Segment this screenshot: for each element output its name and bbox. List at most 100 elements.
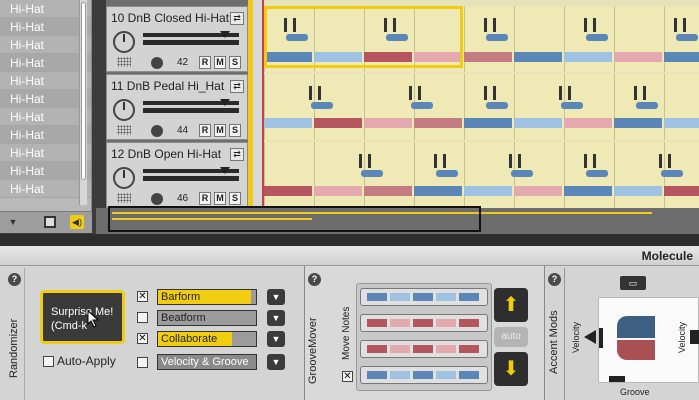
level-meter[interactable] (143, 99, 239, 114)
track-name[interactable]: 11 DnB Pedal Hi_Hat (111, 79, 224, 93)
list-item[interactable]: Hi-Hat (0, 108, 91, 126)
barform-field[interactable]: Barform (157, 289, 257, 305)
list-item[interactable]: Hi-Hat (0, 126, 91, 144)
record-dot-icon[interactable] (151, 125, 163, 137)
auto-button[interactable]: auto (494, 327, 528, 347)
velocity-slider-mark[interactable] (599, 328, 603, 348)
grid-icon[interactable] (117, 125, 131, 135)
arrow-up-icon[interactable]: ⬆ (494, 288, 528, 322)
chevron-down-icon[interactable]: ▼ (267, 289, 285, 305)
list-footer: ▼ ◀) (0, 211, 92, 233)
velocity-groove-label: Velocity & Groove (161, 356, 249, 368)
velocity-pointer-icon[interactable] (690, 330, 699, 344)
move-notes-strip[interactable] (360, 314, 488, 332)
speaker-icon[interactable]: ◀) (70, 215, 84, 229)
stop-icon[interactable] (44, 216, 56, 228)
swap-arrows-icon[interactable]: ⇄ (230, 148, 244, 161)
accent-mods-label: Accent Mods (548, 310, 560, 374)
pattern-row[interactable] (264, 74, 699, 140)
swap-arrows-icon[interactable]: ⇄ (230, 80, 244, 93)
help-icon[interactable]: ? (548, 273, 561, 286)
molecule-title: Molecule (641, 249, 693, 263)
record-button[interactable]: R (199, 124, 211, 137)
beatform-field[interactable]: Beatform (157, 310, 257, 326)
move-notes-checkbox[interactable]: ✕ (342, 371, 353, 382)
track-header: 12 DnB Open Hi-Hat ⇄ 46 R M S (106, 142, 248, 208)
instrument-list: Hi-Hat Hi-Hat Hi-Hat Hi-Hat Hi-Hat Hi-Ha… (0, 0, 92, 232)
list-item[interactable]: Hi-Hat (0, 72, 91, 90)
section-divider (24, 268, 25, 400)
grid-icon[interactable] (117, 193, 131, 203)
scrollbar-thumb[interactable] (81, 2, 86, 180)
mouse-cursor-icon (87, 310, 100, 328)
list-item[interactable]: Hi-Hat (0, 54, 91, 72)
groove-block[interactable] (617, 340, 655, 360)
list-item[interactable]: Hi-Hat (0, 162, 91, 180)
arrow-down-icon[interactable]: ⬇ (494, 352, 528, 386)
track-name[interactable]: 10 DnB Closed Hi-Hat (111, 11, 229, 25)
collaborate-label: Collaborate (161, 333, 218, 345)
list-item[interactable]: Hi-Hat (0, 144, 91, 162)
note-number: 46 (177, 193, 189, 204)
groove-slider-mark[interactable] (609, 376, 625, 382)
beatform-checkbox[interactable] (137, 312, 148, 323)
level-meter[interactable] (143, 31, 239, 46)
chevron-down-icon[interactable]: ▼ (267, 331, 285, 347)
track-header: 11 DnB Pedal Hi_Hat ⇄ 44 R M S (106, 74, 248, 140)
panel-divider[interactable] (0, 234, 699, 246)
move-notes-strip[interactable] (360, 366, 488, 384)
level-meter[interactable] (143, 167, 239, 182)
auto-apply-checkbox[interactable] (43, 356, 54, 367)
list-item[interactable]: Hi-Hat (0, 180, 91, 198)
auto-apply-label: Auto-Apply (57, 354, 116, 368)
mute-button[interactable]: M (214, 192, 226, 205)
velocity-groove-checkbox[interactable] (137, 357, 148, 368)
randomizer-label: Randomizer (8, 318, 20, 378)
mute-button[interactable]: M (214, 124, 226, 137)
help-icon[interactable]: ? (8, 273, 21, 286)
list-item[interactable]: Hi-Hat (0, 90, 91, 108)
pattern-row[interactable] (264, 142, 699, 208)
list-item[interactable]: Hi-Hat (0, 0, 91, 18)
record-dot-icon[interactable] (151, 193, 163, 205)
grid-icon[interactable] (117, 57, 131, 67)
move-notes-strip[interactable] (360, 340, 488, 358)
help-icon[interactable]: ? (308, 273, 321, 286)
groove-axis-label: Groove (620, 387, 650, 397)
volume-knob[interactable] (113, 99, 135, 121)
list-item[interactable]: Hi-Hat (0, 36, 91, 54)
track-name[interactable]: 12 DnB Open Hi-Hat (111, 147, 221, 161)
record-dot-icon[interactable] (151, 57, 163, 69)
groovemover-label: GrooveMover (307, 317, 319, 384)
move-notes-strip[interactable] (360, 288, 488, 306)
collaborate-field[interactable]: Collaborate (157, 331, 257, 347)
volume-knob[interactable] (113, 31, 135, 53)
swap-arrows-icon[interactable]: ⇄ (230, 12, 244, 25)
volume-knob[interactable] (113, 167, 135, 189)
list-item[interactable]: Hi-Hat (0, 18, 91, 36)
solo-button[interactable]: S (229, 56, 241, 69)
track-header: 10 DnB Closed Hi-Hat ⇄ 42 R M S (106, 6, 248, 72)
velocity-block[interactable] (617, 316, 655, 338)
beatform-label: Beatform (161, 312, 206, 324)
ruler-icon[interactable]: ▭ (620, 276, 646, 290)
molecule-header: Molecule (0, 246, 699, 266)
chevron-down-icon[interactable]: ▼ (267, 354, 285, 370)
record-button[interactable]: R (199, 192, 211, 205)
record-button[interactable]: R (199, 56, 211, 69)
note-number: 42 (177, 57, 189, 68)
list-scrollbar[interactable] (79, 0, 87, 205)
surprise-me-button[interactable]: Surprise Me! (Cmd-k (40, 290, 125, 344)
velocity-groove-field[interactable]: Velocity & Groove (157, 354, 257, 370)
barform-label: Barform (161, 291, 201, 303)
barform-checkbox[interactable]: ✕ (137, 291, 148, 302)
mute-button[interactable]: M (214, 56, 226, 69)
selected-pattern-outline (264, 6, 463, 68)
track-headers: 10 DnB Closed Hi-Hat ⇄ 42 R M S 11 DnB P… (106, 0, 248, 208)
chevron-down-icon[interactable]: ▼ (267, 310, 285, 326)
timeline-viewport[interactable] (108, 206, 481, 232)
collaborate-checkbox[interactable]: ✕ (137, 333, 148, 344)
triangle-down-icon[interactable]: ▼ (6, 215, 20, 229)
solo-button[interactable]: S (229, 192, 241, 205)
solo-button[interactable]: S (229, 124, 241, 137)
